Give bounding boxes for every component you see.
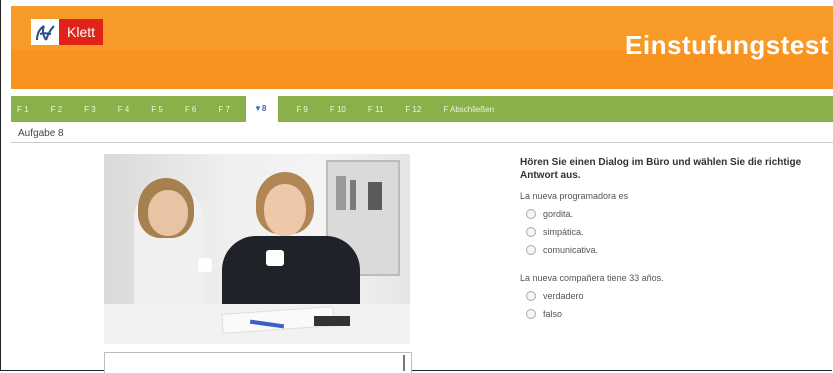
tab-11[interactable]: F 11: [346, 105, 383, 114]
tab-9[interactable]: F 9: [278, 105, 308, 114]
header-bar: Klett Einstufungstest: [11, 6, 833, 89]
option-label: verdadero: [543, 291, 584, 301]
question-2: La nueva compañera tiene 33 años.: [520, 273, 664, 283]
option-1-b[interactable]: simpática.: [520, 227, 820, 237]
klett-logo-icon: [31, 19, 59, 45]
radio-button[interactable]: [526, 291, 536, 301]
radio-button[interactable]: [526, 245, 536, 255]
option-label: falso: [543, 309, 563, 319]
divider: [11, 142, 833, 143]
tab-1[interactable]: F 1: [11, 105, 29, 114]
office-dialog-photo: [104, 154, 410, 344]
question-1: La nueva programadora es: [520, 191, 629, 201]
option-2-a[interactable]: verdadero: [520, 291, 820, 301]
tab-2[interactable]: F 2: [29, 105, 63, 114]
option-label: gordita.: [543, 209, 574, 219]
option-1-a[interactable]: gordita.: [520, 209, 820, 219]
page-title: Einstufungstest: [625, 30, 829, 60]
brand-name: Klett: [59, 19, 104, 45]
option-1-c[interactable]: comunicativa.: [520, 245, 820, 255]
radio-button[interactable]: [526, 209, 536, 219]
tab-7[interactable]: F 7: [196, 105, 230, 114]
option-label: comunicativa.: [543, 245, 599, 255]
option-2-b[interactable]: falso: [520, 309, 820, 319]
tab-5[interactable]: F 5: [129, 105, 163, 114]
player-scrollbar[interactable]: [403, 355, 405, 371]
radio-button[interactable]: [526, 227, 536, 237]
tab-12[interactable]: F 12: [383, 105, 421, 114]
question-panel: Hören Sie einen Dialog im Büro und wähle…: [520, 156, 820, 319]
radio-button[interactable]: [526, 309, 536, 319]
task-navigation: F 1 F 2 F 3 F 4 F 5 F 6 F 7 ▼8 F 9 F 10 …: [11, 96, 833, 122]
tab-6[interactable]: F 6: [163, 105, 197, 114]
tab-finish[interactable]: F Abschließen: [421, 105, 494, 114]
option-label: simpática.: [543, 227, 584, 237]
task-heading: Aufgabe 8: [18, 128, 64, 139]
audio-player-box[interactable]: [104, 352, 412, 373]
tab-3[interactable]: F 3: [62, 105, 96, 114]
tab-10[interactable]: F 10: [308, 105, 346, 114]
logo[interactable]: Klett: [31, 18, 104, 46]
instruction-text: Hören Sie einen Dialog im Büro und wähle…: [520, 157, 802, 181]
tab-4[interactable]: F 4: [96, 105, 130, 114]
tab-8-active[interactable]: ▼8: [245, 96, 279, 122]
